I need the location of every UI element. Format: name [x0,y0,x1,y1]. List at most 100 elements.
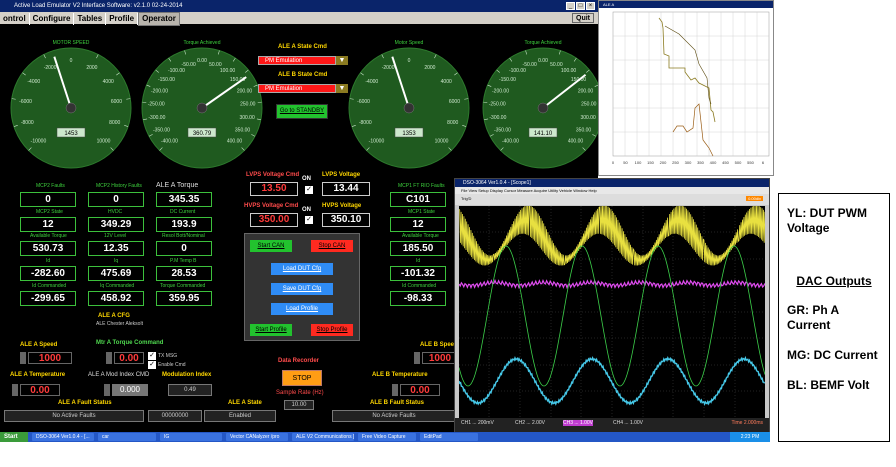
stop-recorder-button[interactable]: STOP [282,370,322,386]
lvps-value: 13.44 [322,182,370,196]
ch3-label: CH3 ... 1.00V [563,420,594,426]
graph-x-tick: 50 [623,160,628,165]
load-dut-cfg-button[interactable]: Load DUT Cfg [270,262,334,276]
available-torque-value: 530.73 [20,241,76,256]
tab-control[interactable]: ontrol [0,13,30,25]
task-car[interactable]: car [98,433,156,441]
mcp2-faults-label: MCP2 Faults [36,183,65,189]
gauge-tick-label: 6000 [449,99,460,105]
lvps-cmd-label: LVPS Voltage Cmd [246,172,300,178]
gauge-tick-label: 400.00 [568,139,584,145]
gauge-readout: 360.79 [193,131,212,137]
tx-msg-label: TX MSG [158,353,178,359]
task-video-capture[interactable]: Free Video Capture [358,433,416,441]
gauge-title: Torque Achieved [184,40,221,46]
gauge-tick-label: 300.00 [580,115,596,121]
gauge-dial: Torque Achieved-50.00 50.00-100.00 100.00-… [141,40,263,169]
r-available-torque-value: 185.50 [390,241,446,256]
modulation-index-value: 0.49 [168,384,212,396]
scope-title-bar: DSO-3064 Ver1.0.4 - [Scope1] [455,179,769,187]
app-title-bar: Active Load Emulator V2 Interface Softwa… [0,0,598,12]
iq-commanded-label: Iq Commanded [100,283,135,289]
hvps-on-checkbox[interactable]: ✓ [305,216,313,224]
gauge-motor-speed: MOTOR SPEED -2000 2000 -4000 4000 -6000 6000 -8… [6,36,136,176]
enable-cmd-checkbox[interactable]: ✓ [148,361,156,369]
gauge-tick-label: 10000 [435,139,449,145]
ale-a-fault-status-label: ALE A Fault Status [58,400,112,406]
ale-b-speed-input[interactable]: 1000 [422,352,458,364]
ch2-label: CH2 ... 2.00V [515,420,546,426]
lvps-cmd-input[interactable]: 13.50 [250,182,298,196]
close-button[interactable]: × [586,2,595,10]
mod-index-stepper[interactable] [104,384,110,396]
graph-x-tick: 150 [647,160,654,165]
tab-profile[interactable]: Profile [106,13,139,25]
ale-a-temperature-input[interactable]: 0.00 [20,384,60,396]
load-profile-button[interactable]: Load Profile [270,302,334,316]
ch1-label: CH1 ... 200mV [461,420,494,426]
hvps-cmd-input[interactable]: 350.00 [250,213,298,227]
iq-label: Iq [114,258,119,264]
dc-current-label: DC Current [170,209,196,215]
tab-configure[interactable]: Configure [30,13,75,25]
b-temp-stepper[interactable] [392,384,398,396]
stop-profile-button[interactable]: Stop Profile [310,323,354,337]
iq-value: 475.69 [88,266,144,281]
ale-b-state-select[interactable]: PM Emulation [258,84,336,93]
graph-x-tick: 300 [685,160,692,165]
gauge-tick-label: -200.00 [151,88,168,94]
lvps-on-checkbox[interactable]: ✓ [305,186,313,194]
gauge-tick-label: -150.00 [158,77,175,83]
ale-a-speed-label: ALE A Speed [20,342,58,348]
temp-stepper[interactable] [12,384,18,396]
gauge-tick-label: 300.00 [239,115,255,121]
quit-button[interactable]: Quit [572,13,594,23]
gauge-tick-label: -400.00 [161,139,178,145]
ale-a-speed-input[interactable]: 1000 [28,352,72,364]
b-speed-stepper[interactable] [414,352,420,364]
start-can-button[interactable]: Start CAN [249,239,293,253]
torque-stepper[interactable] [106,352,112,364]
task-ale-comms[interactable]: ALE V2 Communications [... [292,433,354,441]
mod-index-cmd-input[interactable]: 0.000 [112,384,148,396]
sample-rate-input[interactable]: 10.00 [284,400,314,410]
stop-can-button[interactable]: Stop CAN [310,239,354,253]
ale-a-cfg-label: ALE A CFG [98,313,130,319]
task-dso[interactable]: DSO-3064 Ver1.0.4 - [... [32,433,94,441]
mod-index-cmd-label: ALE A Mod Index CMD [88,372,150,378]
gauge-dial: Torque Achieved-50.00 50.00-100.00 100.00-… [482,40,598,169]
chevron-down-icon[interactable]: ▼ [336,84,348,93]
tx-msg-checkbox[interactable]: ✓ [148,352,156,360]
graph-x-tick: 500 [735,160,742,165]
tab-operator[interactable]: Operator [138,12,180,26]
ale-b-temperature-input[interactable]: 0.00 [400,384,440,396]
tab-bar: ontrol Configure Tables Profile Operator Qui… [0,12,598,26]
gauge-tick-label: 10000 [97,139,111,145]
ale-a-state-select[interactable]: PM Emulation [258,56,336,65]
gauge-tick-label: -6000 [357,99,370,105]
tab-tables[interactable]: Tables [74,13,107,25]
ale-a-torque-label: ALE A Torque [156,182,199,189]
speed-stepper[interactable] [20,352,26,364]
gauge-tick-label: 0.00 [197,58,207,64]
gauge-title: Motor Speed [395,40,424,46]
start-profile-button[interactable]: Start Profile [249,323,293,337]
gauge-tick-label: 4000 [103,79,114,85]
chevron-down-icon[interactable]: ▼ [336,56,348,65]
gauge-tick-label: -100.00 [509,68,526,74]
mtr-torque-input[interactable]: 0.00 [114,352,144,364]
task-canalyzer[interactable]: Vector CANalyzer /pro [226,433,288,441]
legend-gr: GR: Ph A Current [787,303,839,332]
start-button[interactable]: Start [0,432,28,442]
task-ig[interactable]: IG [160,433,222,441]
legend-title: DAC Outputs [796,274,872,288]
ale-b-speed-label: ALE B Speed [420,342,458,348]
gauge-tick-label: -8000 [359,120,372,126]
mcp1-faults-label: MCP1 FT RIO Faults [398,183,445,189]
timebase-label: Time 2.000ms [731,420,764,426]
save-dut-cfg-button[interactable]: Save DUT Cfg [270,282,334,296]
minimize-button[interactable]: _ [566,2,575,10]
task-editpad[interactable]: EditPad [420,433,478,441]
go-to-standby-button[interactable]: Go to STANDBY [276,104,328,119]
maximize-button[interactable]: □ [576,2,585,10]
